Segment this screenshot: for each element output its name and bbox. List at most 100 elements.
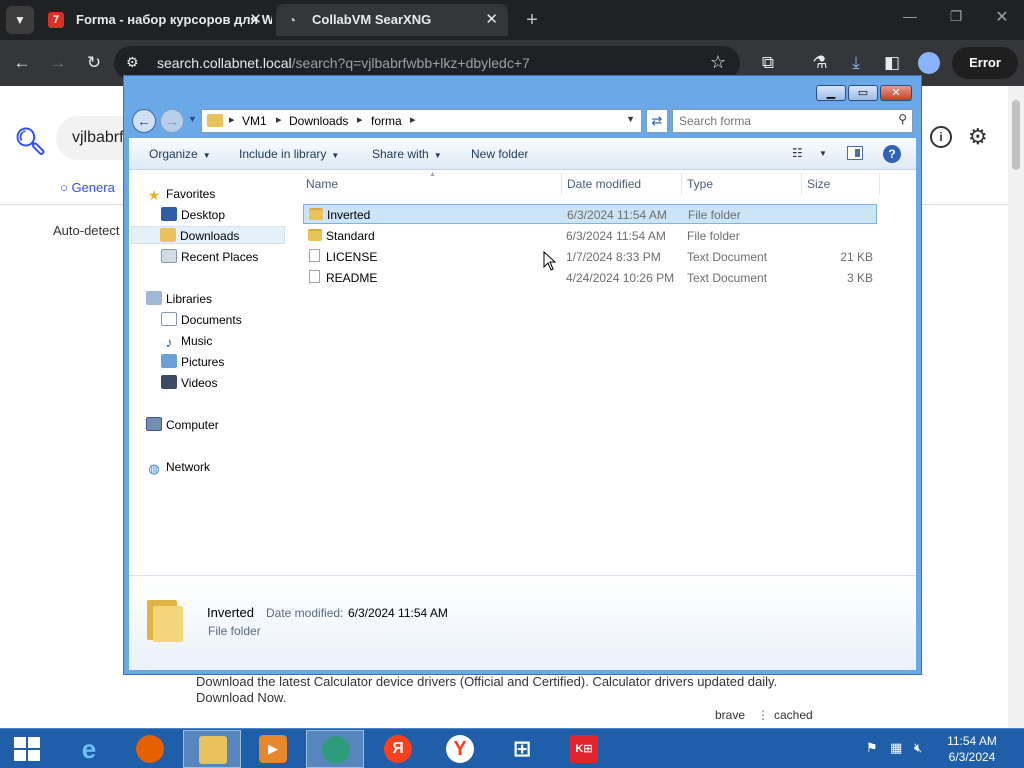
reload-icon[interactable]: ↻ xyxy=(83,52,105,74)
searxng-logo-icon[interactable]: 🔍︎ xyxy=(14,126,47,157)
nav-recent-places[interactable]: Recent Places xyxy=(161,248,258,266)
action-center-flag-icon[interactable]: ⚑ xyxy=(866,740,878,756)
explorer-titlebar[interactable]: ▁ ▭ ✕ xyxy=(124,76,921,106)
column-divider[interactable] xyxy=(879,173,880,195)
nav-libraries[interactable]: Libraries xyxy=(146,290,212,308)
include-in-library-button[interactable]: Include in library ▼ xyxy=(239,147,339,161)
nav-videos[interactable]: Videos xyxy=(161,374,217,392)
extensions-icon[interactable]: ⧉ xyxy=(757,52,779,74)
column-divider[interactable] xyxy=(681,173,682,195)
file-row-license[interactable]: LICENSE 1/7/2024 8:33 PM Text Document 2… xyxy=(303,247,877,267)
minimize-window-icon[interactable]: — xyxy=(898,8,922,24)
tab-search-chevron-icon[interactable]: ▼ xyxy=(6,6,34,34)
taskbar-explorer[interactable] xyxy=(183,730,241,768)
view-dropdown-icon[interactable]: ▼ xyxy=(819,149,827,158)
gear-icon[interactable]: ⚙ xyxy=(968,124,988,150)
profile-error-button[interactable]: Error xyxy=(952,47,1018,79)
breadcrumb-downloads[interactable]: Downloads xyxy=(289,114,348,128)
nav-desktop[interactable]: Desktop xyxy=(161,206,225,224)
page-scrollbar[interactable] xyxy=(1008,86,1024,728)
site-info-icon[interactable]: ⚙ xyxy=(126,54,139,71)
bookmark-star-icon[interactable]: ☆ xyxy=(710,52,726,73)
view-details-icon[interactable]: ☷ xyxy=(792,146,803,160)
address-dropdown-icon[interactable]: ▼ xyxy=(626,114,635,124)
scrollbar-thumb[interactable] xyxy=(1012,100,1020,170)
breadcrumb-chevron-icon[interactable]: ▸ xyxy=(357,113,363,126)
result-cached-link[interactable]: cached xyxy=(774,708,813,722)
nav-downloads[interactable]: Downloads xyxy=(131,226,285,244)
language-autodetect[interactable]: Auto-detect xyxy=(53,223,120,238)
taskbar-collabvm[interactable] xyxy=(306,730,364,768)
download-icon[interactable]: ⤓ xyxy=(845,52,867,74)
taskbar-yandex[interactable]: Я xyxy=(369,730,427,768)
recent-places-icon xyxy=(161,249,177,263)
forward-arrow-icon[interactable]: → xyxy=(47,52,69,74)
start-button-windows-icon[interactable] xyxy=(14,737,40,761)
file-date: 4/24/2024 10:26 PM xyxy=(566,271,675,285)
profile-avatar-icon[interactable] xyxy=(918,52,940,74)
file-row-inverted[interactable]: Inverted 6/3/2024 11:54 AM File folder xyxy=(303,204,877,224)
back-arrow-icon[interactable]: ← xyxy=(11,52,33,74)
nav-favorites[interactable]: ★ Favorites xyxy=(146,185,216,203)
close-window-icon[interactable]: ✕ xyxy=(990,7,1014,27)
nav-music[interactable]: ♪ Music xyxy=(161,332,213,350)
tab-forma[interactable]: 7 Forma - набор курсоров для W ✕ xyxy=(40,4,272,36)
breadcrumb-vm1[interactable]: VM1 xyxy=(242,114,267,128)
tab-general-label: Genera xyxy=(71,180,115,195)
labs-flask-icon[interactable]: ⚗ xyxy=(809,52,831,74)
search-icon[interactable]: ⚲ xyxy=(898,112,907,126)
volume-muted-icon[interactable]: 🔇︎ xyxy=(914,740,922,756)
column-divider[interactable] xyxy=(561,173,562,195)
forward-button[interactable]: → xyxy=(160,109,184,133)
network-tray-icon[interactable]: ▦ xyxy=(890,740,902,756)
explorer-maximize-button[interactable]: ▭ xyxy=(848,85,878,101)
file-size: 3 KB xyxy=(846,271,873,285)
nav-network[interactable]: ◍ Network xyxy=(146,458,210,476)
breadcrumb-forma[interactable]: forma xyxy=(371,114,402,128)
explorer-search-input[interactable] xyxy=(675,112,885,130)
taskbar-ie[interactable]: e xyxy=(60,730,118,768)
url-text[interactable]: search.collabnet.local/search?q=vjlbabrf… xyxy=(157,55,530,71)
side-panel-icon[interactable]: ◧ xyxy=(881,52,903,74)
computer-icon xyxy=(146,417,162,431)
column-header-date-modified[interactable]: Date modified xyxy=(567,177,641,191)
taskbar-kl[interactable]: K⊞ xyxy=(555,730,613,768)
back-button[interactable]: ← xyxy=(132,109,156,133)
tab-collabvm-searxng[interactable]: ◔ CollabVM SearXNG ✕ xyxy=(276,4,508,36)
address-breadcrumb[interactable]: ▸ VM1 ▸ Downloads ▸ forma ▸ ▼ xyxy=(201,109,642,133)
explorer-search-box[interactable]: ⚲ xyxy=(672,109,913,133)
restore-window-icon[interactable]: ❐ xyxy=(944,8,968,25)
breadcrumb-chevron-icon[interactable]: ▸ xyxy=(229,113,235,126)
organize-button[interactable]: Organize ▼ xyxy=(149,147,211,161)
new-folder-button[interactable]: New folder xyxy=(471,147,528,161)
taskbar-media-player[interactable]: ▶ xyxy=(244,730,302,768)
column-header-type[interactable]: Type xyxy=(687,177,713,191)
breadcrumb-chevron-icon[interactable]: ▸ xyxy=(410,113,416,126)
nav-computer[interactable]: Computer xyxy=(146,416,219,434)
preview-pane-icon[interactable] xyxy=(847,146,863,160)
help-icon[interactable]: ? xyxy=(883,145,901,163)
share-with-button[interactable]: Share with ▼ xyxy=(372,147,442,161)
nav-pictures[interactable]: Pictures xyxy=(161,353,224,371)
tab-close-icon[interactable]: ✕ xyxy=(485,4,498,36)
info-icon[interactable]: i xyxy=(930,126,952,148)
taskbar-firefox[interactable] xyxy=(121,730,179,768)
new-tab-button[interactable]: + xyxy=(520,4,544,36)
recent-locations-chevron-icon[interactable]: ▼ xyxy=(188,114,197,124)
file-row-standard[interactable]: Standard 6/3/2024 11:54 AM File folder xyxy=(303,226,877,246)
taskbar-yandex-browser[interactable]: Y xyxy=(431,730,489,768)
refresh-icon[interactable]: ⇄ xyxy=(646,109,668,133)
tab-close-icon[interactable]: ✕ xyxy=(249,4,262,36)
breadcrumb-chevron-icon[interactable]: ▸ xyxy=(276,113,282,126)
tab-general[interactable]: ○ Genera xyxy=(60,180,115,195)
file-row-readme[interactable]: README 4/24/2024 10:26 PM Text Document … xyxy=(303,268,877,288)
nav-documents[interactable]: Documents xyxy=(161,311,242,329)
taskbar-windows-tile[interactable]: ⊞ xyxy=(493,730,551,768)
column-header-name[interactable]: Name xyxy=(306,177,338,191)
column-header-size[interactable]: Size xyxy=(807,177,830,191)
explorer-close-button[interactable]: ✕ xyxy=(880,85,912,101)
column-divider[interactable] xyxy=(801,173,802,195)
system-clock[interactable]: 11:54 AM 6/3/2024 xyxy=(940,733,1004,765)
file-name: README xyxy=(326,271,378,285)
explorer-minimize-button[interactable]: ▁ xyxy=(816,85,846,101)
